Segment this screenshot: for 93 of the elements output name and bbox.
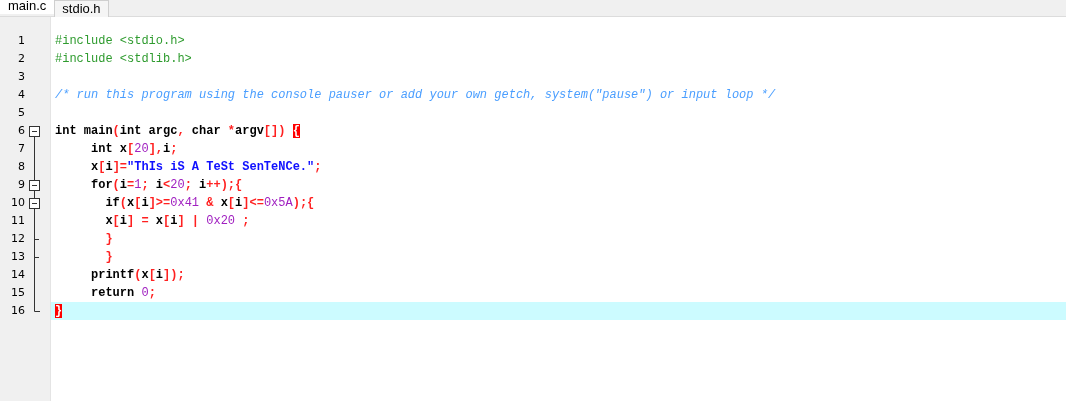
code-text: x: [155, 214, 164, 228]
matched-brace: }: [55, 304, 63, 318]
number-literal: 0x5A: [263, 196, 293, 210]
code-text: i: [141, 196, 149, 210]
code-text: i: [235, 196, 243, 210]
line-number: 5: [17, 105, 25, 121]
code-symbol: [: [163, 214, 171, 228]
code-symbol: [: [127, 142, 135, 156]
code-symbol: ;: [141, 178, 149, 192]
line-number: 7: [17, 141, 25, 157]
code-symbol: [: [227, 196, 236, 210]
code-symbol: (: [119, 196, 127, 210]
code-text: i: [154, 178, 164, 192]
line-number: 16: [10, 303, 25, 319]
code-symbol: ]>=: [148, 196, 171, 210]
file-tab[interactable]: main.c: [0, 0, 55, 14]
code-symbol: ]=: [112, 160, 128, 174]
code-text: i: [163, 142, 171, 156]
code-symbol: (: [112, 124, 120, 138]
code-symbol: ;: [170, 142, 178, 156]
code-symbol: ]);: [163, 268, 185, 282]
line-number: 8: [17, 159, 25, 175]
code-text: int argc: [119, 124, 178, 138]
code-symbol: );{: [292, 196, 315, 210]
line-number: 9: [17, 177, 25, 193]
preprocessor-directive: #include <stdio.h>: [55, 34, 185, 48]
line-number: 4: [17, 87, 25, 103]
code-text: i: [155, 268, 164, 282]
code-symbol: <: [163, 178, 171, 192]
string-literal: "ThIs iS A TeSt SenTeNCe.": [127, 160, 315, 174]
code-text: x: [90, 160, 99, 174]
line-number: 11: [10, 213, 25, 229]
code-text: argv: [235, 124, 264, 138]
code-text: i: [119, 178, 127, 192]
line-number: 6: [17, 123, 25, 139]
code-symbol: [: [134, 196, 142, 210]
code-symbol: ++);{: [206, 178, 243, 192]
code-symbol: *: [227, 124, 236, 138]
matched-brace: {: [292, 124, 300, 138]
file-tab[interactable]: stdio.h: [54, 0, 109, 17]
code-text: printf: [90, 268, 135, 282]
code-symbol: &: [205, 196, 215, 210]
collapse-icon[interactable]: [29, 176, 40, 194]
code-text: i: [105, 160, 113, 174]
line-number: 2: [17, 51, 25, 67]
collapse-icon[interactable]: [29, 126, 40, 140]
code-text: i: [119, 214, 127, 228]
code-text: x: [141, 268, 149, 282]
line-number: 13: [10, 249, 25, 265]
code-comment: /* run this program using the console pauser or add your own getch, system("pause") or input loop */: [55, 88, 776, 102]
code-text: char: [190, 124, 222, 138]
code-text: i: [198, 178, 207, 192]
code-symbol: [: [148, 268, 156, 282]
number-literal: 0: [141, 286, 149, 300]
collapse-icon[interactable]: [29, 194, 40, 212]
code-symbol: ,: [177, 124, 185, 138]
line-number: 12: [10, 231, 25, 247]
number-literal: 0x41: [170, 196, 200, 210]
code-symbol: =: [127, 178, 135, 192]
line-number: 1: [17, 33, 25, 49]
code-text: if: [104, 196, 120, 210]
code-text: return: [90, 286, 136, 300]
code-symbol: ]<=: [242, 196, 264, 210]
code-text: x: [220, 196, 228, 210]
code-symbol: ;: [314, 160, 322, 174]
code-text: i: [170, 214, 178, 228]
code-symbol: (: [112, 178, 120, 192]
code-text: for: [90, 178, 113, 192]
code-symbol: []): [263, 124, 287, 138]
code-symbol: ;: [241, 214, 250, 228]
code-symbol: }: [104, 250, 113, 264]
line-number: 15: [10, 285, 25, 301]
code-symbol: ;: [184, 178, 192, 192]
code-text: int main: [55, 124, 113, 138]
code-text: x: [127, 196, 135, 210]
preprocessor-directive: #include <stdlib.h>: [55, 52, 192, 66]
number-literal: 0x20: [206, 214, 236, 228]
line-number: 10: [10, 195, 25, 211]
number-literal: 20: [134, 142, 149, 156]
code-text: x: [104, 214, 113, 228]
code-symbol: ],: [148, 142, 164, 156]
code-symbol: [: [98, 160, 106, 174]
code-symbol: (: [134, 268, 142, 282]
line-number: 14: [10, 267, 25, 283]
code-symbol: ] |: [177, 214, 201, 228]
number-literal: 1: [134, 178, 142, 192]
line-number: 3: [17, 69, 25, 85]
code-symbol: }: [104, 232, 113, 246]
code-text: int x: [90, 142, 127, 156]
code-symbol: ;: [148, 286, 156, 300]
code-symbol: [: [112, 214, 120, 228]
code-symbol: ] =: [127, 214, 150, 228]
number-literal: 20: [170, 178, 185, 192]
